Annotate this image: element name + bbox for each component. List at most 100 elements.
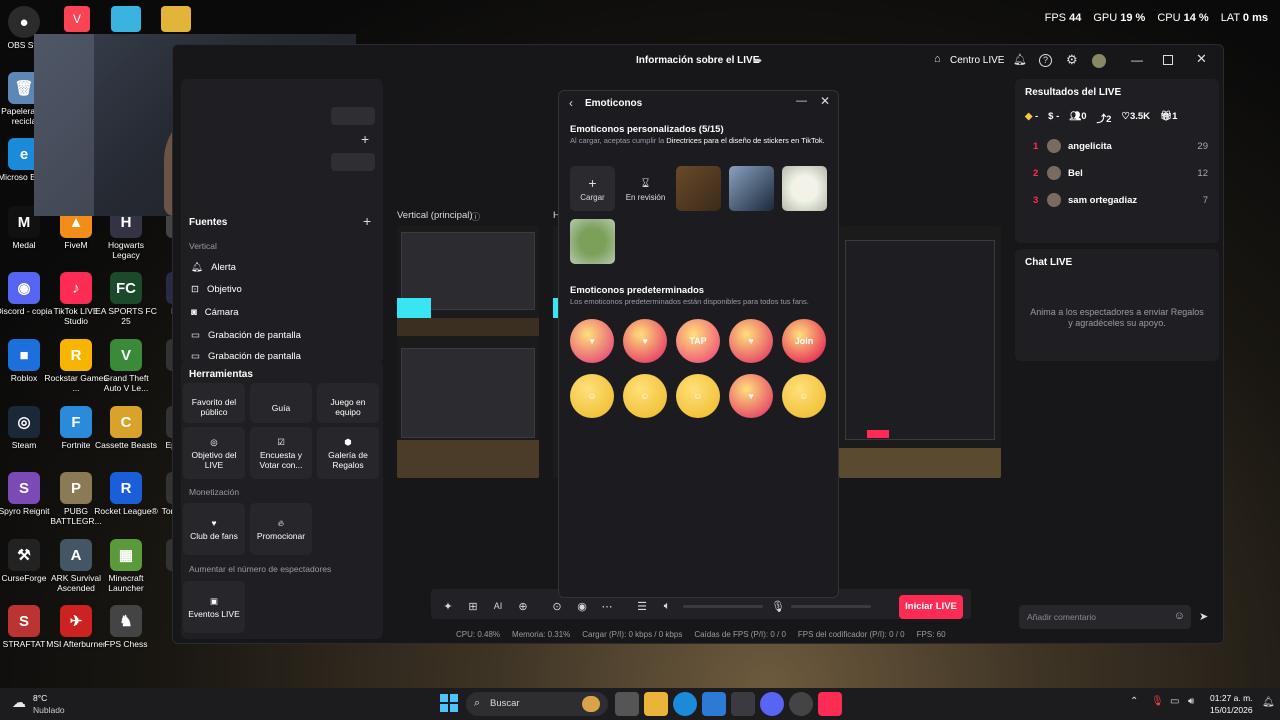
desktop-icon[interactable]: ▦ Minecraft Launcher — [94, 539, 158, 593]
source-grabacion-2[interactable]: ▭ Grabación de pantalla — [191, 352, 301, 360]
default-emoticon[interactable]: ☺ — [570, 374, 614, 418]
tool-promocionar[interactable]: 🔥︎ Promocionar — [250, 503, 312, 555]
comment-input[interactable]: Añadir comentario ☺ — [1019, 605, 1191, 629]
desktop-icon-label: Minecraft Launcher — [108, 573, 144, 593]
tool-encuesta[interactable]: ☑ Encuesta y Votar con... — [250, 427, 312, 479]
add-source-icon[interactable]: + — [363, 213, 371, 229]
horizontal-preview[interactable] — [839, 226, 1001, 478]
mic-volume-slider[interactable] — [791, 605, 871, 608]
close-icon[interactable]: ✕ — [820, 94, 830, 108]
weather-desc[interactable]: Nublado — [33, 705, 65, 715]
guidelines-link[interactable]: Directrices para el diseño de stickers e… — [666, 136, 824, 145]
window-title[interactable]: Información sobre el LIVE — [636, 55, 759, 66]
default-emoticon[interactable]: ♥ — [570, 319, 614, 363]
default-emoticon[interactable]: ☺ — [782, 374, 826, 418]
default-emoticon[interactable]: TAP — [676, 319, 720, 363]
vertical-preview[interactable] — [397, 226, 539, 478]
minimize-icon[interactable]: — — [796, 95, 807, 107]
network-icon[interactable]: ▭ — [1170, 696, 1179, 707]
broadcast-icon[interactable]: ◉ — [574, 598, 590, 614]
rank-position: 3 — [1033, 194, 1039, 206]
minimize-icon[interactable]: — — [1131, 53, 1143, 67]
back-icon[interactable]: ‹ — [569, 96, 573, 110]
custom-emoticon-3[interactable] — [782, 166, 827, 211]
default-emoticon[interactable]: ♥ — [729, 374, 773, 418]
weather-icon[interactable]: ☁ — [12, 694, 26, 711]
start-live-button[interactable]: Iniciar LIVE — [899, 595, 963, 619]
tool-favorito[interactable]: Favorito del público — [183, 383, 245, 423]
search-box[interactable]: ⌕ Buscar — [466, 692, 608, 716]
custom-emoticon-2[interactable] — [729, 166, 774, 211]
tool-club-fans[interactable]: ♥ Club de fans — [183, 503, 245, 555]
chevron-up-icon[interactable]: ⌃ — [1130, 696, 1138, 707]
file-explorer-icon[interactable] — [644, 692, 668, 716]
ai-icon[interactable]: AI — [490, 598, 506, 614]
default-emoticon[interactable]: ☺ — [676, 374, 720, 418]
speaker-icon[interactable]: 🔈︎ — [659, 598, 675, 614]
more-icon[interactable]: ⋯ — [599, 598, 615, 614]
default-emoticon[interactable]: ♥ — [623, 319, 667, 363]
avatar[interactable] — [1092, 54, 1106, 68]
windows-start-icon[interactable] — [440, 694, 458, 712]
tool-juego-equipo[interactable]: Juego en equipo — [317, 383, 379, 423]
tool-objetivo-live[interactable]: ◎ Objetivo del LIVE — [183, 427, 245, 479]
record-icon[interactable]: ⊙ — [549, 598, 565, 614]
desktop-icon[interactable]: V Grand Theft Auto V Le... — [94, 339, 158, 393]
upload-button[interactable]: + Cargar — [570, 166, 615, 211]
chrome-icon[interactable] — [789, 692, 813, 716]
top-icon-game[interactable] — [111, 6, 141, 32]
ranking-row[interactable]: 3 sam ortegadiaz 7 — [1033, 193, 1208, 207]
clock-date[interactable]: 15/01/2026 — [1210, 705, 1253, 715]
mic-tray-icon[interactable]: 🎙︎ — [1151, 696, 1164, 707]
source-objetivo[interactable]: ⊡ Objetivo — [191, 284, 242, 295]
add-icon[interactable]: + — [361, 131, 369, 147]
source-alerta[interactable]: 🔔︎ Alerta — [191, 262, 236, 273]
source-camara[interactable]: ◙ Cámara — [191, 307, 239, 318]
sliders-icon[interactable]: ☰ — [634, 598, 650, 614]
source-grabacion[interactable]: ▭ Grabación de pantalla — [191, 330, 301, 341]
tool-galeria-regalos[interactable]: ⬢ Galería de Regalos — [317, 427, 379, 479]
discord-icon[interactable] — [760, 692, 784, 716]
bell-icon[interactable]: 🔔︎ — [1013, 53, 1027, 66]
layout-icon[interactable]: ⊞ — [465, 598, 481, 614]
top-icon-valorant[interactable]: V — [64, 6, 90, 32]
volume-icon[interactable]: 🔊︎ — [1188, 696, 1194, 707]
home-icon[interactable]: ⌂ — [934, 53, 941, 65]
custom-emoticon-4[interactable] — [570, 219, 615, 264]
emoji-icon[interactable]: ☺ — [1174, 610, 1185, 622]
desktop-icon[interactable]: C Cassette Beasts — [94, 406, 158, 450]
default-emoticon[interactable]: ☺ — [623, 374, 667, 418]
clock-time[interactable]: 01:27 a. m. — [1210, 693, 1253, 703]
magic-wand-icon[interactable]: ✦ — [440, 598, 456, 614]
store-icon[interactable] — [731, 692, 755, 716]
close-icon[interactable]: ✕ — [1196, 51, 1207, 67]
desktop-icon[interactable]: R Rocket League® — [94, 472, 158, 516]
task-view-icon[interactable] — [615, 692, 639, 716]
centro-live-link[interactable]: Centro LIVE — [950, 55, 1004, 66]
notifications-icon[interactable]: 🔔︎ — [1262, 697, 1275, 708]
default-emoticon[interactable]: Join — [782, 319, 826, 363]
weather-temp[interactable]: 8°C — [33, 693, 47, 703]
edge-icon[interactable] — [673, 692, 697, 716]
gear-icon[interactable]: ⚙ — [1066, 52, 1078, 68]
tool-eventos-live[interactable]: ▣ Eventos LIVE — [183, 581, 245, 633]
speaker-volume-slider[interactable] — [683, 605, 763, 608]
info-icon[interactable]: ⓘ — [471, 210, 480, 223]
ranking-row[interactable]: 1 angelicita 29 — [1033, 139, 1208, 153]
share-icon[interactable]: ➦ — [753, 54, 762, 67]
tiktok-live-icon[interactable] — [818, 692, 842, 716]
desktop-icon[interactable]: FC EA SPORTS FC 25 — [94, 272, 158, 326]
ranking-row[interactable]: 2 Bel 12 — [1033, 166, 1208, 180]
custom-emoticon-1[interactable] — [676, 166, 721, 211]
desktop-icon[interactable]: ♞ FPS Chess — [94, 605, 158, 649]
custom-emoticons-desc: Al cargar, aceptas cumplir la Directrice… — [570, 136, 825, 145]
mail-icon[interactable] — [702, 692, 726, 716]
help-icon[interactable]: ? — [1039, 54, 1052, 67]
tool-guia[interactable]: Guía — [250, 383, 312, 423]
maximize-icon[interactable] — [1163, 55, 1173, 65]
add-scene-icon[interactable]: ⊕ — [515, 598, 531, 614]
microphone-icon[interactable]: 🎙︎ — [770, 598, 786, 614]
send-icon[interactable]: ➤ — [1199, 610, 1208, 623]
top-icon-cuphead[interactable] — [161, 6, 191, 32]
default-emoticon[interactable]: ♥ — [729, 319, 773, 363]
